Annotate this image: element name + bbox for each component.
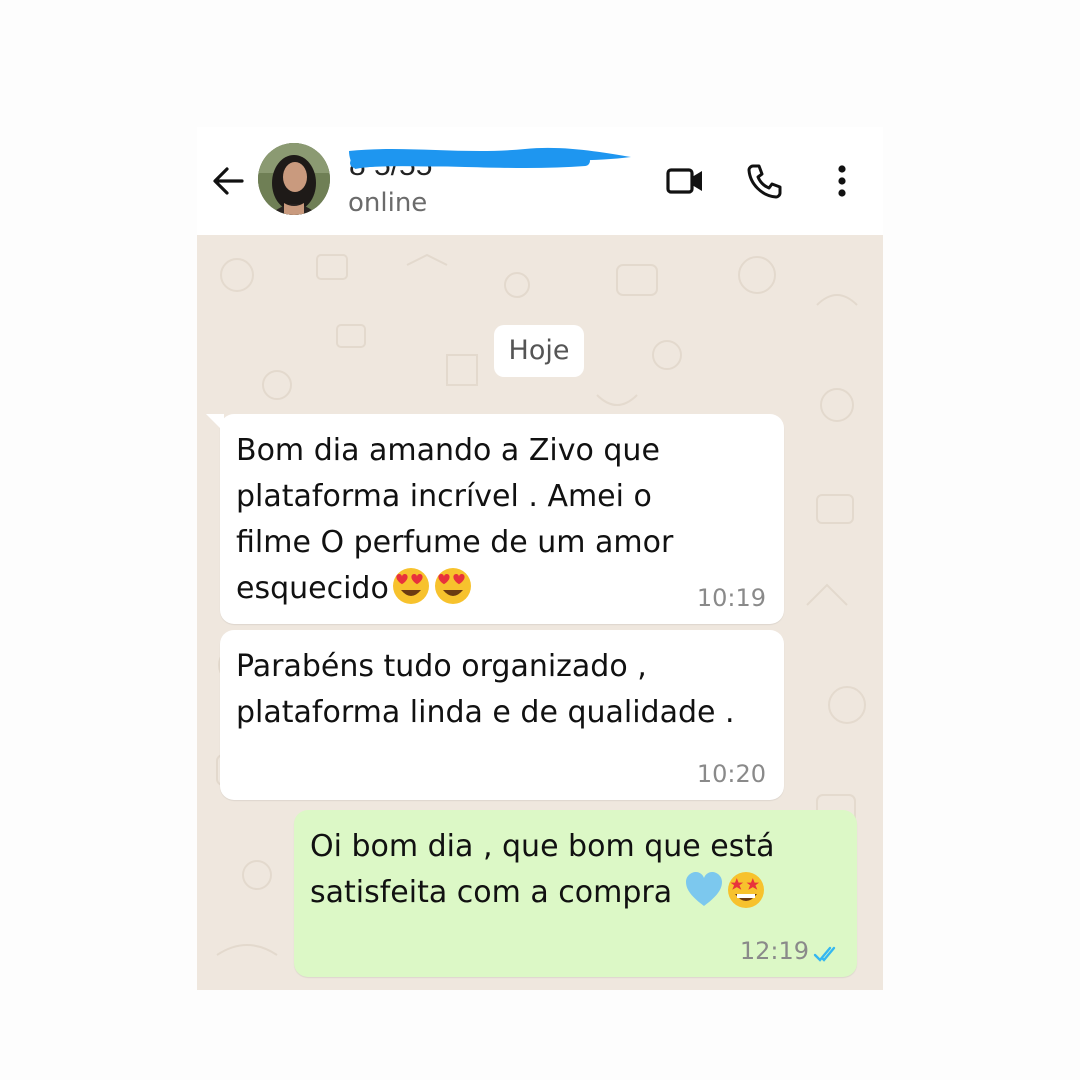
phone-icon[interactable] [745,163,785,199]
message-bubble-incoming[interactable]: Parabéns tudo organizado , plataforma li… [220,630,784,800]
arrow-left-icon[interactable] [211,164,245,198]
message-bubble-incoming[interactable]: Bom dia amando a Zivo que plataforma inc… [206,414,784,624]
message-text: Oi bom dia , que bom que está satisfeita… [310,829,775,910]
video-camera-icon[interactable] [665,163,705,199]
date-separator: Hoje [494,325,584,377]
avatar[interactable] [258,143,330,215]
contact-name-redacted: 8 5/55 [345,141,635,182]
heart-eyes-emoji [434,568,471,604]
double-check-icon [813,946,836,962]
message-time: 10:19 [696,584,766,612]
chat-header: 8 5/55 online [197,127,883,235]
message-text: Bom dia amando a Zivo que plataforma inc… [236,433,674,606]
message-time: 10:20 [696,760,766,788]
avatar-photo [258,143,330,215]
heart-eyes-emoji [392,568,429,604]
blue-heart-emoji [685,872,722,906]
contact-status: online [348,188,428,218]
message-time: 12:19 [739,937,809,965]
message-text: Parabéns tudo organizado , plataforma li… [236,649,735,730]
chat-area[interactable]: Hoje Bom dia amando a Zivo que plataform… [197,235,883,990]
chat-screen: 8 5/55 online [197,127,883,990]
more-vertical-icon[interactable] [827,163,857,199]
star-struck-emoji [727,872,764,908]
message-bubble-outgoing[interactable]: Oi bom dia , que bom que está satisfeita… [294,810,857,977]
bubble-tail [206,414,224,432]
